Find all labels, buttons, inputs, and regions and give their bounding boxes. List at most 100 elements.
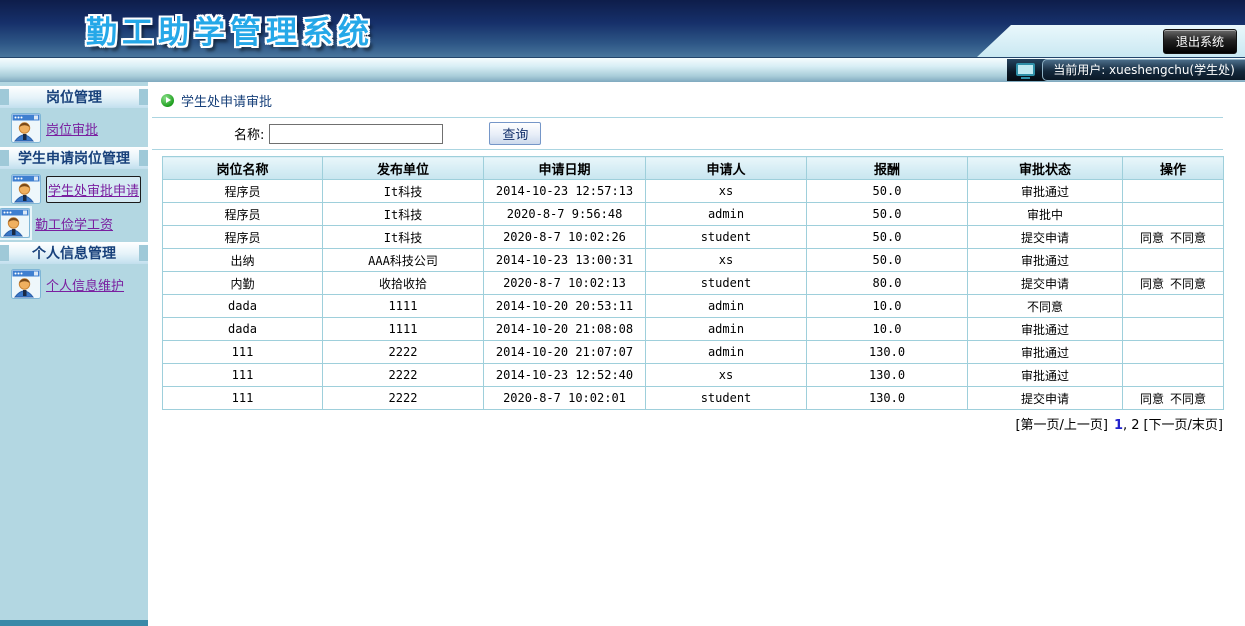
cell-publish-unit: 2222 [322,363,484,387]
cell-applicant: xs [645,179,807,203]
cell-position-name: 出纳 [162,248,323,272]
cell-publish-unit: AAA科技公司 [322,248,484,272]
cell-actions [1122,317,1224,341]
table-row: 111 2222 2014-10-20 21:07:07 admin 130.0 审批通过 [162,340,1224,364]
pagination: [第一页/上一页] 1, 2 [下一页/末页] [162,410,1223,433]
cell-pay: 50.0 [806,248,968,272]
cell-actions [1122,202,1224,226]
cell-position-name: 程序员 [162,202,323,226]
sidebar: 岗位管理 岗位审批 学生申请岗位管理 学生处审批申请 勤工俭学工资 个人信息管理… [0,82,148,626]
user-window-icon [11,113,41,143]
cell-pay: 80.0 [806,271,968,295]
pagination-next-last-link[interactable]: [下一页/末页] [1143,418,1223,433]
sidebar-item[interactable]: 学生处审批申请 [0,172,148,206]
cell-pay: 10.0 [806,317,968,341]
cell-pay: 50.0 [806,225,968,249]
cell-actions [1122,294,1224,318]
column-header: 申请日期 [483,156,646,180]
cell-publish-unit: 1111 [322,317,484,341]
breadcrumb: 学生处申请审批 [148,82,1245,117]
cell-apply-date: 2020-8-7 10:02:13 [483,271,646,295]
cell-applicant: student [645,386,807,410]
cell-applicant: xs [645,363,807,387]
cell-publish-unit: 2222 [322,386,484,410]
pagination-first-prev-link[interactable]: [第一页/上一页] [1015,418,1108,433]
cell-actions: 同意 不同意 [1122,225,1224,249]
cell-actions: 同意 不同意 [1122,271,1224,295]
sidebar-section-header: 岗位管理 [0,86,148,108]
table-row: 内勤 收拾收拾 2020-8-7 10:02:13 student 80.0 提交申请 同意… [162,271,1224,295]
disagree-link[interactable]: 不同意 [1170,392,1206,406]
cell-apply-date: 2020-8-7 10:02:26 [483,225,646,249]
cell-approval-status: 提交申请 [967,271,1123,295]
cell-position-name: dada [162,317,323,341]
cell-actions [1122,363,1224,387]
cell-position-name: 111 [162,363,323,387]
cell-apply-date: 2020-8-7 9:56:48 [483,202,646,226]
pagination-current-page: 1 [1114,418,1124,433]
monitor-icon [1016,62,1035,79]
column-header: 操作 [1122,156,1224,180]
sidebar-item-link[interactable]: 岗位审批 [46,119,98,138]
table-row: dada 1111 2014-10-20 20:53:11 admin 10.0 不同意 [162,294,1224,318]
sidebar-section-title: 学生申请岗位管理 [18,151,130,167]
sidebar-item-link[interactable]: 勤工俭学工资 [35,214,113,233]
applications-table: 岗位名称 发布单位 申请日期 申请人 报酬 审批状态 操作 程序员 It科技 2014-10-2… [162,156,1224,410]
main-content: 学生处申请审批 名称: 查询 岗位名称 发布单位 申请日期 申请人 报酬 审批状态 操作 程… [148,82,1245,626]
search-input[interactable] [269,123,444,144]
cell-publish-unit: 收拾收拾 [322,271,484,295]
sidebar-section-header: 学生申请岗位管理 [0,147,148,169]
disagree-link[interactable]: 不同意 [1170,231,1206,245]
pagination-separator: , [1123,418,1128,433]
table-row: 111 2222 2020-8-7 10:02:01 student 130.0 提交申请… [162,386,1224,410]
cell-approval-status: 审批中 [967,202,1123,226]
cell-pay: 10.0 [806,294,968,318]
content-layout: 岗位管理 岗位审批 学生申请岗位管理 学生处审批申请 勤工俭学工资 个人信息管理… [0,82,1245,626]
cell-publish-unit: It科技 [322,179,484,203]
column-header: 申请人 [645,156,807,180]
cell-pay: 130.0 [806,363,968,387]
sidebar-item-link[interactable]: 个人信息维护 [46,275,124,294]
cell-applicant: student [645,271,807,295]
disagree-link[interactable]: 不同意 [1170,277,1206,291]
sidebar-section-title: 个人信息管理 [32,246,116,262]
cell-position-name: 111 [162,386,323,410]
cell-approval-status: 提交申请 [967,225,1123,249]
cell-approval-status: 审批通过 [967,340,1123,364]
agree-link[interactable]: 同意 [1140,392,1164,406]
cell-applicant: admin [645,202,807,226]
cell-position-name: 程序员 [162,179,323,203]
cell-approval-status: 审批通过 [967,317,1123,341]
cell-apply-date: 2014-10-20 21:07:07 [483,340,646,364]
cell-pay: 130.0 [806,340,968,364]
logout-button[interactable]: 退出系统 [1162,28,1237,54]
green-arrow-icon [161,94,174,107]
sidebar-item[interactable]: 勤工俭学工资 [0,206,148,240]
cell-apply-date: 2014-10-23 12:52:40 [483,363,646,387]
user-window-icon [11,269,41,299]
query-button[interactable]: 查询 [489,122,542,145]
current-user-label: 当前用户: xueshengchu(学生处) [1042,59,1245,81]
cell-actions [1122,340,1224,364]
cell-publish-unit: It科技 [322,202,484,226]
sidebar-item[interactable]: 岗位审批 [0,111,148,145]
cell-position-name: 程序员 [162,225,323,249]
sidebar-item-link[interactable]: 学生处审批申请 [46,175,142,203]
app-window: 勤工助学管理系统 退出系统 当前用户: xueshengchu(学生处) 岗位管… [0,0,1245,626]
table-row: 111 2222 2014-10-23 12:52:40 xs 130.0 审批通过 [162,363,1224,387]
search-label: 名称: [234,128,265,143]
column-header: 发布单位 [322,156,484,180]
sidebar-item[interactable]: 个人信息维护 [0,267,148,301]
cell-apply-date: 2020-8-7 10:02:01 [483,386,646,410]
agree-link[interactable]: 同意 [1140,231,1164,245]
breadcrumb-label: 学生处申请审批 [181,95,273,110]
pagination-page-2-link[interactable]: 2 [1131,418,1139,433]
cell-pay: 130.0 [806,386,968,410]
cell-pay: 50.0 [806,179,968,203]
cell-approval-status: 不同意 [967,294,1123,318]
cell-applicant: admin [645,340,807,364]
app-header: 勤工助学管理系统 退出系统 [0,0,1245,57]
cell-position-name: 内勤 [162,271,323,295]
agree-link[interactable]: 同意 [1140,277,1164,291]
table-row: 程序员 It科技 2014-10-23 12:57:13 xs 50.0 审批通过 [162,179,1224,203]
